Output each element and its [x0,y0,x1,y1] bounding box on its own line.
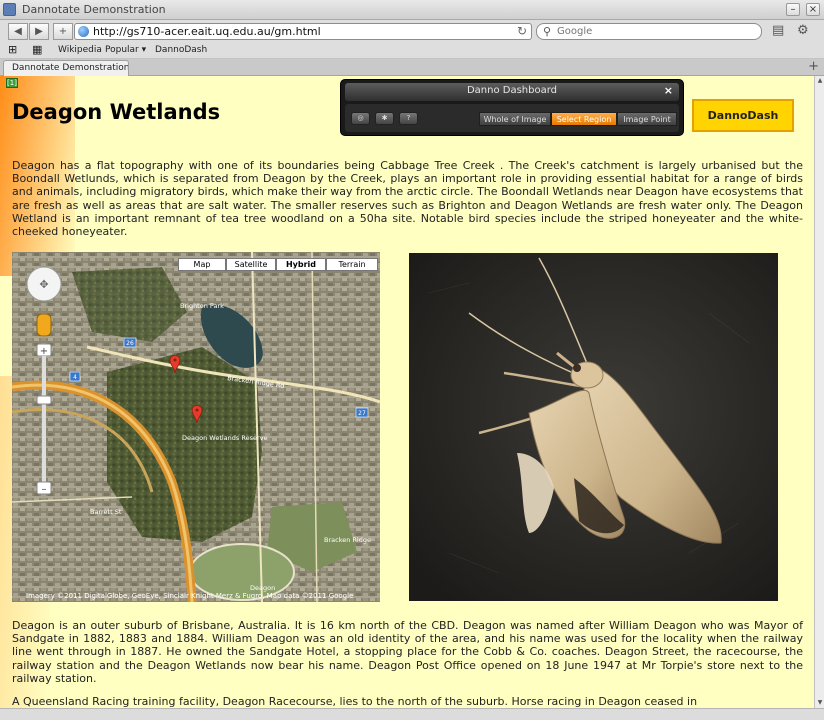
annotation-badge[interactable]: [1] [6,78,18,88]
bookmark-item[interactable]: Popular ▾ [105,45,146,55]
vertical-scrollbar[interactable]: ▲ ▼ [814,76,824,708]
add-bookmark-button[interactable]: + [53,23,73,40]
window-titlebar: Dannotate Demonstration – × [0,0,824,20]
gear-icon[interactable]: ⚙ [797,23,809,38]
back-button[interactable]: ◀ [8,23,28,40]
dashboard-controls: ◎ ✱ ? Whole of Image Select Region Image… [345,104,679,132]
target-icon[interactable]: ◎ [351,112,370,125]
dashboard-title: Danno Dashboard [466,85,558,96]
racecourse-paragraph: A Queensland Racing training facility, D… [12,695,698,708]
help-icon[interactable]: ? [399,112,418,125]
page-menu-icon[interactable]: ▤ [772,23,784,38]
forward-arrow-icon: ▶ [35,26,43,37]
dannodash-button[interactable]: DannoDash [692,99,794,132]
satellite-map[interactable]: 26 27 4 Brighton Park Bracken Ridge Rd D… [12,252,380,602]
map-copyright: Imagery ©2011 DigitalGlobe, GeoEye, Sinc… [26,592,354,600]
mode-whole-image[interactable]: Whole of Image [479,112,551,126]
map-label: Deagon [250,584,275,592]
search-input[interactable] [557,25,753,38]
settings-icon[interactable]: ✱ [375,112,394,125]
map-label: Brighton Park [180,302,224,310]
search-box[interactable]: ⚲ [536,23,762,40]
street-view-pegman-icon[interactable] [36,313,52,337]
status-bar [0,708,824,720]
navigation-toolbar: ◀ ▶ + http://gs710-acer.eait.uq.edu.au/g… [0,20,824,42]
route-shield: 4 [73,374,77,381]
map-type-terrain[interactable]: Terrain [326,258,378,271]
map-type-map[interactable]: Map [178,258,226,271]
map-type-satellite[interactable]: Satellite [226,258,276,271]
scroll-down-arrow-icon[interactable]: ▼ [815,698,824,708]
page-content: [1] Deagon Wetlands Danno Dashboard × ◎ … [0,76,814,708]
mode-image-point[interactable]: Image Point [617,112,677,126]
url-text[interactable]: http://gs710-acer.eait.uq.edu.au/gm.html [93,25,321,38]
search-icon: ⚲ [543,25,552,38]
moth-image [409,253,778,601]
page-title: Deagon Wetlands [12,100,221,124]
map-label: Deagon Wetlands Reserve [182,434,267,442]
intro-paragraph: Deagon has a flat topography with one of… [12,159,803,239]
map-label: Barrett St [90,508,122,516]
tab-strip: Dannotate Demonstration + [0,59,824,76]
reading-list-icon[interactable]: ⊞ [8,43,17,56]
new-tab-button[interactable]: + [808,59,819,74]
bookmark-item[interactable]: Wikipedia [58,45,102,55]
scroll-up-arrow-icon[interactable]: ▲ [815,76,824,86]
zoom-slider-handle[interactable] [36,395,52,405]
tab-dannotate[interactable]: Dannotate Demonstration [3,60,129,76]
minimize-button[interactable]: – [786,3,800,16]
route-shield: 27 [358,410,366,417]
svg-text:–: – [42,484,47,495]
dashboard-header[interactable]: Danno Dashboard × [345,83,679,101]
globe-icon [78,26,89,37]
address-bar[interactable]: http://gs710-acer.eait.uq.edu.au/gm.html… [74,23,532,40]
map-type-hybrid[interactable]: Hybrid [276,258,326,271]
app-icon [3,3,16,16]
danno-dashboard: Danno Dashboard × ◎ ✱ ? Whole of Image S… [340,79,684,136]
window-title: Dannotate Demonstration [22,3,166,16]
close-window-button[interactable]: × [806,3,820,16]
svg-text:+: + [40,346,48,357]
top-sites-icon[interactable]: ▦ [32,43,42,56]
plus-icon: + [58,26,68,37]
close-icon[interactable]: × [664,84,673,97]
map-zoom-controls: ✥ + – [26,266,62,495]
map-label: Bracken Ridge [324,536,371,544]
map-imagery: 26 27 4 Brighton Park Bracken Ridge Rd D… [12,252,380,602]
history-paragraph: Deagon is an outer suburb of Brisbane, A… [12,619,803,685]
forward-button[interactable]: ▶ [29,23,49,40]
bookmarks-bar: ⊞ ▦ Wikipedia Popular ▾ DannoDash [0,42,824,59]
moth-photo[interactable] [409,253,778,601]
back-arrow-icon: ◀ [14,26,22,37]
route-shield: 26 [126,340,134,347]
reload-icon[interactable]: ↻ [517,24,527,38]
bookmark-item[interactable]: DannoDash [155,45,207,55]
svg-text:✥: ✥ [39,278,48,291]
mode-select-region[interactable]: Select Region [551,112,617,126]
